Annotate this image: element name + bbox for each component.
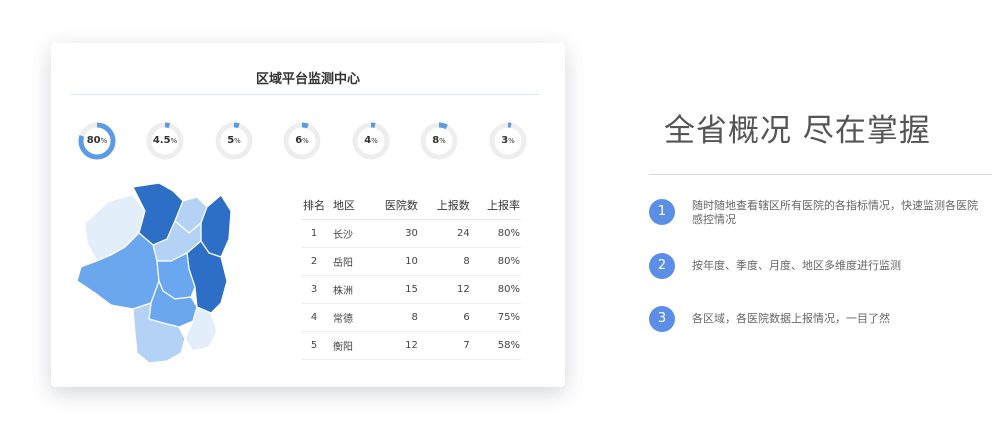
headline: 全省概况 尽在掌握 [664, 113, 931, 149]
gauge-6[interactable]: 3% [488, 121, 528, 161]
header-reports[interactable]: 上报数 [425, 191, 478, 220]
cell-rank: 4 [301, 303, 327, 332]
gauge-2-label: 5% [227, 135, 241, 146]
cell-reports: 24 [425, 219, 478, 248]
gauge-4-label: 4% [364, 135, 378, 146]
gauge-6-label: 3% [501, 135, 515, 146]
cell-rank: 2 [301, 247, 327, 276]
feature-number-badge: 3 [649, 306, 675, 332]
gauge-2[interactable]: 5% [214, 121, 254, 161]
cell-region: 衡阳 [327, 331, 374, 360]
cell-rank: 1 [301, 219, 327, 248]
cell-hospitals: 8 [374, 303, 426, 332]
gauge-0-label: 80% [86, 135, 108, 146]
gauge-5[interactable]: 8% [419, 121, 459, 161]
table-row[interactable]: 3 株洲 15 12 80% [301, 275, 521, 304]
gauge-5-label: 8% [432, 135, 446, 146]
table-row[interactable]: 2 岳阳 10 8 80% [301, 247, 521, 276]
cell-reports: 7 [425, 331, 478, 360]
cell-reports: 8 [425, 247, 478, 276]
gauge-4[interactable]: 4% [351, 121, 391, 161]
table-row[interactable]: 5 衡阳 12 7 58% [301, 331, 521, 360]
cell-region: 常德 [327, 303, 374, 332]
table-row[interactable]: 4 常德 8 6 75% [301, 303, 521, 332]
cell-report-rate: 75% [477, 303, 521, 332]
header-report-rate[interactable]: 上报率 [477, 191, 521, 220]
header-region[interactable]: 地区 [327, 191, 374, 220]
cell-region: 岳阳 [327, 247, 374, 276]
gauge-1[interactable]: 4.5% [145, 121, 185, 161]
cell-hospitals: 10 [374, 247, 426, 276]
feature-number-badge: 2 [649, 253, 675, 279]
feature-text: 各区域，各医院数据上报情况，一目了然 [692, 312, 890, 325]
gauge-0[interactable]: 80% [77, 121, 117, 161]
table-row[interactable]: 1 长沙 30 24 80% [301, 219, 521, 248]
feature-text: 按年度、季度、月度、地区多维度进行监测 [692, 259, 901, 272]
gauge-1-label: 4.5% [152, 135, 178, 146]
table-header-row: 排名 地区 医院数 上报数 上报率 [301, 191, 521, 220]
feature-text: 随时随地查看辖区所有医院的各指标情况，快速监测各医院感控情况 [692, 199, 978, 226]
cell-reports: 6 [425, 303, 478, 332]
cell-hospitals: 30 [374, 219, 426, 248]
panel-title: 区域平台监测中心 [255, 72, 360, 87]
region-ranking-table: 排名 地区 医院数 上报数 上报率 1 长沙 30 24 80% 2 岳阳 10… [301, 191, 521, 360]
province-map[interactable] [71, 181, 236, 366]
cell-rank: 5 [301, 331, 327, 360]
monitoring-panel: 区域平台监测中心 80% 4.5% 5% 6% 4% 8% 3% 排名 地区 医… [51, 43, 565, 387]
cell-rank: 3 [301, 275, 327, 304]
gauge-3-label: 6% [295, 135, 309, 146]
header-hospitals[interactable]: 医院数 [374, 191, 426, 220]
cell-report-rate: 80% [477, 219, 521, 248]
headline-divider [649, 174, 992, 175]
cell-region: 株洲 [327, 275, 374, 304]
cell-region: 长沙 [327, 219, 374, 248]
cell-reports: 12 [425, 275, 478, 304]
header-rank[interactable]: 排名 [301, 191, 327, 220]
cell-report-rate: 58% [477, 331, 521, 360]
gauge-3[interactable]: 6% [282, 121, 322, 161]
cell-report-rate: 80% [477, 247, 521, 276]
cell-report-rate: 80% [477, 275, 521, 304]
feature-number-badge: 1 [649, 199, 675, 225]
cell-hospitals: 12 [374, 331, 426, 360]
cell-hospitals: 15 [374, 275, 426, 304]
panel-divider [71, 94, 539, 95]
